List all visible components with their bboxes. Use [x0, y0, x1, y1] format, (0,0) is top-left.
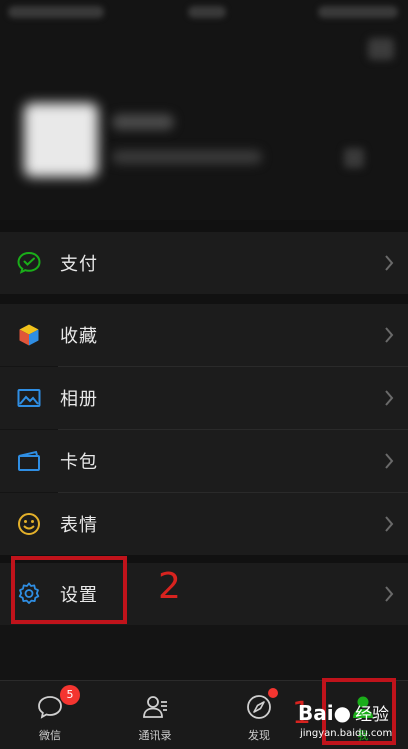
watermark-suffix: 经验	[355, 705, 390, 725]
wechat-pay-icon	[16, 250, 42, 276]
profile-id-blur	[112, 150, 262, 164]
watermark-logo: Bai	[298, 701, 334, 725]
avatar	[24, 103, 98, 177]
profile-name-blur	[112, 114, 174, 130]
annotation-box-settings	[11, 556, 127, 624]
new-dot-badge	[268, 688, 278, 698]
menu-item-favorites[interactable]: 收藏	[0, 304, 408, 366]
tab-discover[interactable]: 发现	[219, 681, 299, 749]
menu-item-album[interactable]: 相册	[0, 367, 408, 429]
tab-chats[interactable]: 5 微信	[10, 681, 90, 749]
status-battery-blur	[318, 6, 398, 18]
menu-label-pay: 支付	[60, 254, 98, 275]
section-gap	[0, 294, 408, 304]
chevron-right-icon	[385, 586, 394, 602]
menu-label-album: 相册	[60, 389, 98, 410]
chevron-right-icon	[385, 255, 394, 271]
status-time-blur	[188, 6, 226, 18]
card-wallet-icon	[16, 448, 42, 474]
tab-contacts[interactable]: 通讯录	[115, 681, 195, 749]
paw-icon: ●	[333, 701, 352, 725]
contacts-icon	[143, 696, 167, 718]
menu-item-pay[interactable]: 支付	[0, 232, 408, 294]
section-gap	[0, 220, 408, 232]
qr-code-icon	[344, 148, 364, 168]
menu-label-cards: 卡包	[60, 452, 98, 473]
sticker-smiley-icon	[16, 511, 42, 537]
baidu-jingyan-watermark: Bai● 经验	[298, 700, 389, 725]
status-bar	[0, 0, 408, 28]
camera-icon[interactable]	[368, 38, 394, 60]
tab-label-contacts: 通讯录	[138, 729, 172, 742]
tab-label-chats: 微信	[39, 729, 61, 742]
menu-label-stickers: 表情	[60, 515, 98, 536]
compass-icon	[247, 695, 271, 719]
menu-item-stickers[interactable]: 表情	[0, 493, 408, 555]
unread-badge: 5	[60, 685, 80, 705]
favorites-cube-icon	[16, 322, 42, 348]
status-carrier-blur	[8, 6, 104, 18]
chevron-right-icon	[385, 453, 394, 469]
chevron-right-icon	[385, 327, 394, 343]
tab-label-discover: 发现	[248, 729, 270, 742]
chevron-right-icon	[385, 516, 394, 532]
album-icon	[16, 385, 42, 411]
menu-item-cards[interactable]: 卡包	[0, 430, 408, 492]
annotation-step-2: 2	[158, 566, 181, 607]
chevron-right-icon	[385, 390, 394, 406]
menu-label-favorites: 收藏	[60, 326, 98, 347]
profile-header[interactable]	[0, 70, 408, 220]
watermark-url: jingyan.baidu.com	[300, 728, 393, 739]
